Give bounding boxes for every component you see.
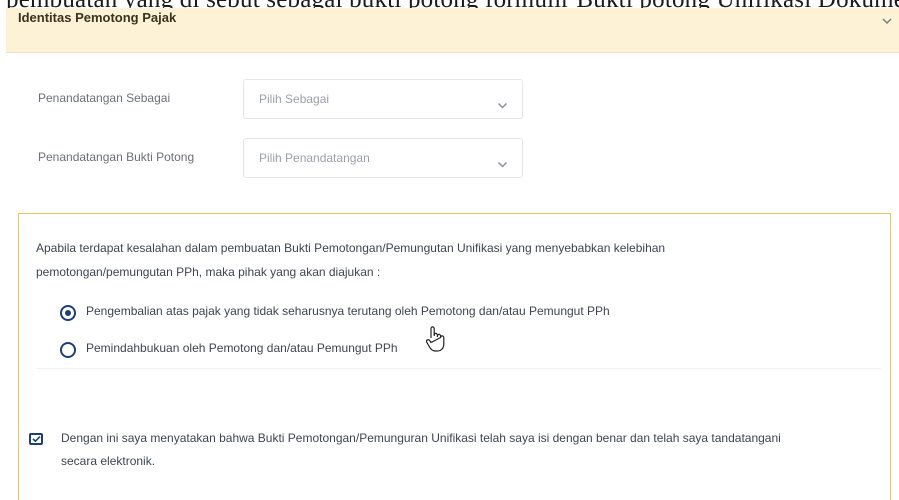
refund-notice-box: Apabila terdapat kesalahan dalam pembuat… [18, 213, 891, 500]
notice-intro-line-1: Apabila terdapat kesalahan dalam pembuat… [36, 241, 666, 255]
signer-as-value: Pilih Sebagai [259, 92, 330, 106]
signer-as-select[interactable]: Pilih Sebagai [243, 79, 523, 119]
option-transfer-label: Pemindahbukuan oleh Pemotong dan/atau Pe… [86, 341, 398, 355]
chevron-down-icon [497, 95, 508, 109]
confirmation-line-2: secara elektronik. [61, 454, 156, 468]
confirmation-line-1: Dengan ini saya menyatakan bahwa Bukti P… [61, 431, 781, 445]
notice-intro: Apabila terdapat kesalahan dalam pembuat… [36, 236, 826, 284]
radio-transfer[interactable] [60, 342, 76, 358]
confirmation-checkbox[interactable] [29, 433, 43, 445]
signer-as-label: Penandatangan Sebagai [38, 91, 171, 105]
divider [36, 368, 881, 369]
notice-intro-line-2: pemotongan/pemungutan PPh, maka pihak ya… [36, 265, 381, 279]
chevron-down-icon [497, 154, 508, 168]
confirmation-text: Dengan ini saya menyatakan bahwa Bukti P… [61, 427, 861, 473]
panel-header[interactable]: Identitas Pemotong Pajak [6, 8, 899, 53]
signer-proof-label: Penandatangan Bukti Potong [38, 150, 195, 164]
panel-title: Identitas Pemotong Pajak [18, 10, 177, 25]
signer-proof-select[interactable]: Pilih Penandatangan [243, 138, 523, 178]
hand-cursor-icon [425, 325, 447, 353]
radio-refund[interactable] [60, 305, 76, 321]
chevron-down-icon[interactable] [881, 12, 893, 25]
option-refund-label: Pengembalian atas pajak yang tidak sehar… [86, 304, 610, 318]
signer-proof-value: Pilih Penandatangan [259, 151, 370, 165]
